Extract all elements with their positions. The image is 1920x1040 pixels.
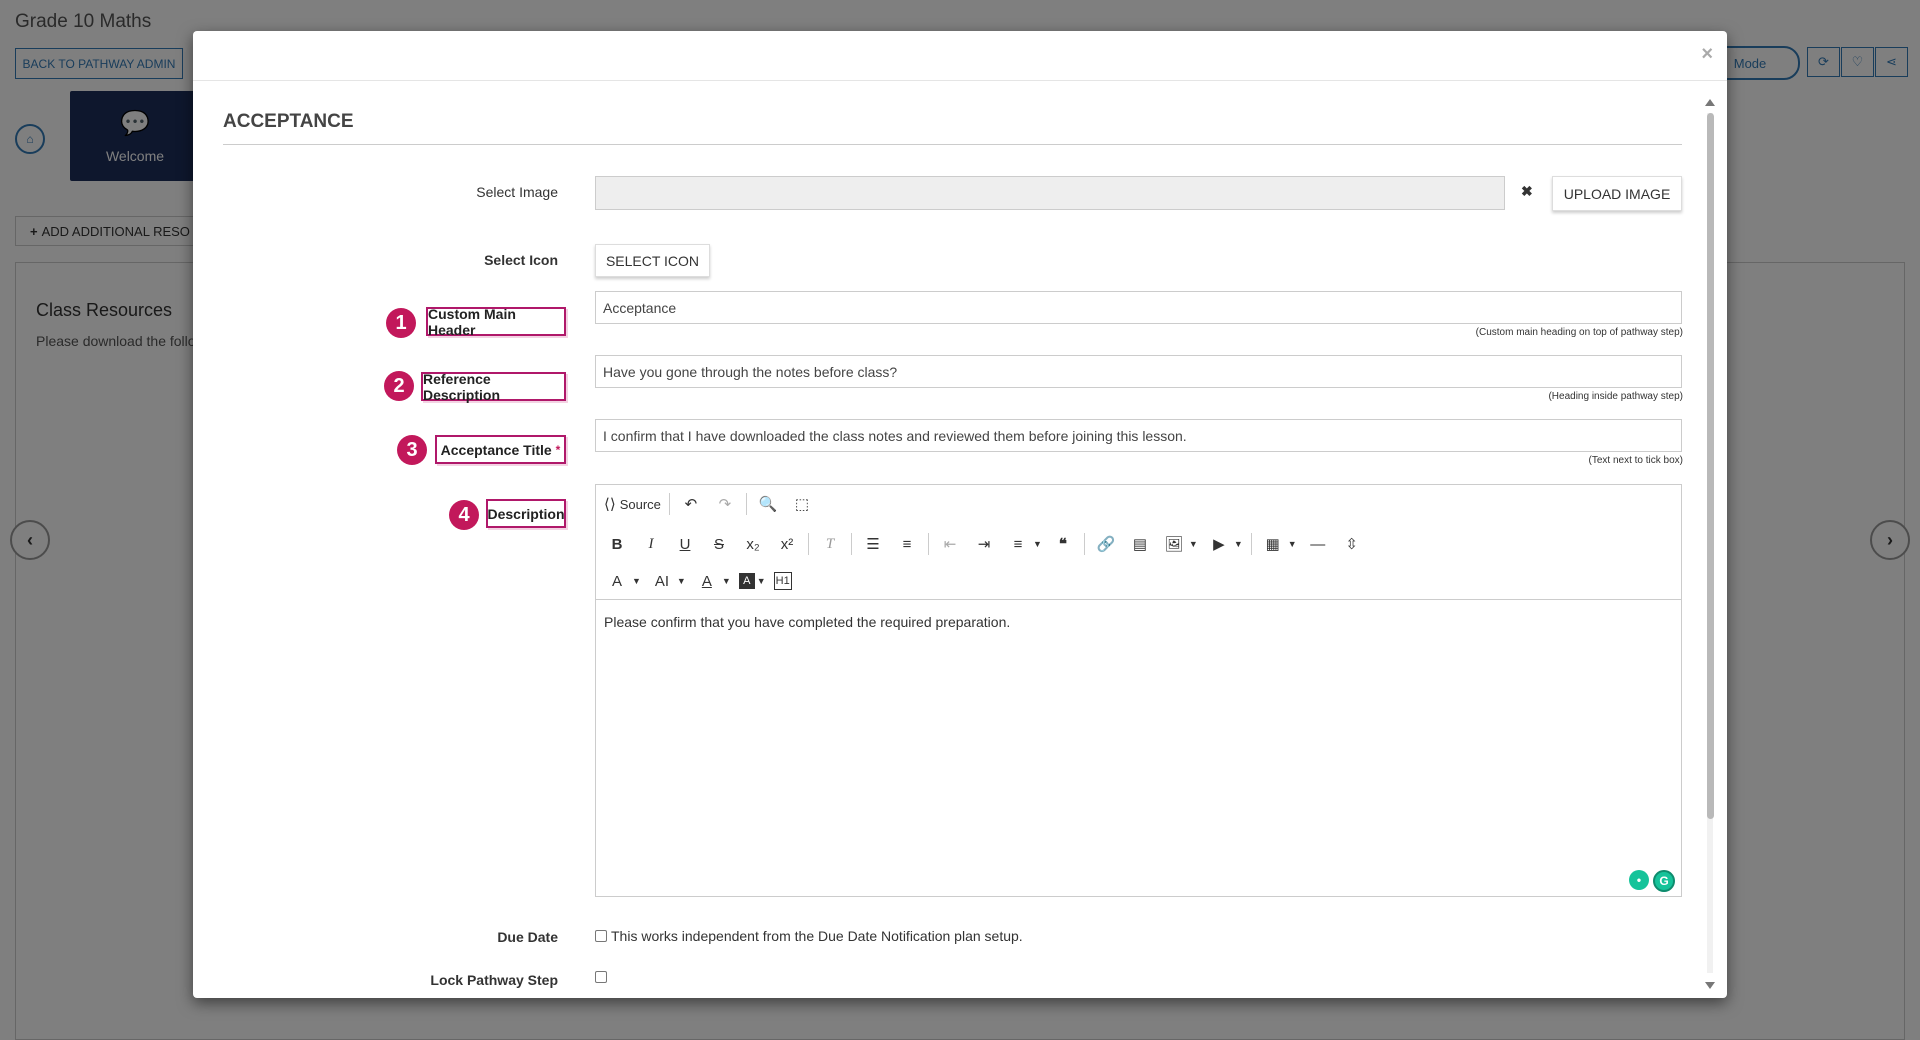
acceptance-title-label-text: Acceptance Title [440,441,552,458]
heading-icon[interactable]: H1 [773,572,792,590]
modal-scrollbar[interactable] [1705,99,1715,989]
toolbar-row-3: A ▼ AI ▼ A ▼ A ▼ H1 [604,567,800,595]
step-badge-2: 2 [384,371,414,401]
editor-content[interactable]: Please confirm that you have completed t… [596,600,1681,644]
insert-image-icon[interactable]: 🖼 [1161,531,1187,557]
bulleted-list-icon[interactable]: ≡ [894,531,920,557]
close-icon[interactable]: × [1701,43,1713,66]
bold-icon[interactable]: B [604,531,630,557]
description-label: Description [486,499,566,528]
required-marker: * [555,442,561,457]
toolbar-row-1: ⟨⟩ Source ↶ ↷ 🔍 ⬚ [604,490,823,518]
toolbar-separator [1250,533,1252,555]
subscript-icon[interactable]: x₂ [740,531,766,557]
acceptance-title-label: Acceptance Title * [435,435,566,464]
page-break-icon[interactable]: ⇳ [1339,531,1365,557]
horizontal-line-icon[interactable]: — [1305,531,1331,557]
html-embed-icon[interactable]: ▤ [1127,531,1153,557]
toolbar-separator [1083,533,1085,555]
custom-main-header-input[interactable]: Acceptance [595,291,1682,324]
indent-icon[interactable]: ⇥ [971,531,997,557]
find-replace-icon[interactable]: 🔍 [755,491,781,517]
clear-image-icon[interactable]: ✖ [1521,183,1533,200]
grammarly-lightbulb-icon[interactable]: • [1629,870,1649,890]
background-color-icon[interactable]: A [738,573,755,589]
select-image-label: Select Image [476,184,558,200]
toolbar-separator [851,533,852,555]
reference-description-input[interactable]: Have you gone through the notes before c… [595,355,1682,388]
upload-image-button[interactable]: UPLOAD IMAGE [1552,176,1682,211]
reference-description-label: Reference Description [421,371,566,403]
chevron-down-icon[interactable]: ▼ [757,576,766,586]
toolbar-separator [808,533,809,555]
lock-step-row [595,971,611,983]
due-date-row: This works independent from the Due Date… [595,928,1023,944]
chevron-down-icon[interactable]: ▼ [677,576,686,586]
custom-main-header-label: Custom Main Header [426,306,566,338]
acceptance-modal: × ACCEPTANCE Select Image ✖ UPLOAD IMAGE… [193,31,1727,998]
font-color-icon[interactable]: A [694,568,720,594]
select-icon-label: Select Icon [484,252,558,268]
scroll-down-icon[interactable] [1705,982,1715,989]
source-button[interactable]: ⟨⟩ Source [604,491,661,517]
acceptance-title-hint: (Text next to tick box) [1588,455,1683,466]
due-date-checkbox[interactable] [595,930,607,942]
table-icon[interactable]: ▦ [1260,531,1286,557]
grammarly-icon[interactable]: G [1653,870,1675,892]
chevron-down-icon[interactable]: ▼ [1288,539,1297,549]
align-icon[interactable]: ≡ [1005,531,1031,557]
undo-icon[interactable]: ↶ [678,491,704,517]
scroll-thumb[interactable] [1707,113,1714,819]
numbered-list-icon[interactable]: ☰ [860,531,886,557]
step-badge-1: 1 [386,308,416,338]
blockquote-icon[interactable]: ❝ [1050,531,1076,557]
step-badge-3: 3 [397,435,427,465]
description-editor: ⟨⟩ Source ↶ ↷ 🔍 ⬚ B I U S x₂ x² T ☰ ≡ ⇤ … [595,484,1682,897]
chevron-down-icon[interactable]: ▼ [722,576,731,586]
chevron-down-icon[interactable]: ▼ [632,576,641,586]
lock-pathway-step-checkbox[interactable] [595,971,607,983]
font-size-icon[interactable]: A [604,568,630,594]
toolbar-separator [668,493,670,515]
chevron-down-icon[interactable]: ▼ [1234,539,1243,549]
section-title: ACCEPTANCE [223,111,354,132]
reference-description-hint: (Heading inside pathway step) [1548,391,1683,402]
superscript-icon[interactable]: x² [774,531,800,557]
lock-pathway-step-label: Lock Pathway Step [430,972,558,988]
due-date-text: This works independent from the Due Date… [611,928,1023,944]
acceptance-title-input[interactable]: I confirm that I have downloaded the cla… [595,419,1682,452]
source-label: Source [619,496,661,512]
remove-format-icon[interactable]: T [817,531,843,557]
section-divider [223,144,1682,145]
modal-header: × [193,31,1727,81]
redo-icon[interactable]: ↷ [712,491,738,517]
toolbar-separator [745,493,747,515]
font-family-icon[interactable]: AI [649,568,675,594]
toolbar-row-2: B I U S x₂ x² T ☰ ≡ ⇤ ⇥ ≡ ▼ ❝ 🔗 ▤ � [604,530,1373,558]
select-all-icon[interactable]: ⬚ [789,491,815,517]
media-embed-icon[interactable]: ▶ [1206,531,1232,557]
due-date-label: Due Date [497,929,558,945]
grammarly-widget[interactable]: • G [1629,870,1675,892]
outdent-icon[interactable]: ⇤ [937,531,963,557]
scroll-up-icon[interactable] [1705,99,1715,106]
step-badge-4: 4 [449,500,479,530]
strikethrough-icon[interactable]: S [706,531,732,557]
custom-main-header-hint: (Custom main heading on top of pathway s… [1475,327,1683,338]
editor-toolbar: ⟨⟩ Source ↶ ↷ 🔍 ⬚ B I U S x₂ x² T ☰ ≡ ⇤ … [596,485,1681,600]
source-icon: ⟨⟩ [604,496,616,513]
underline-icon[interactable]: U [672,531,698,557]
link-icon[interactable]: 🔗 [1093,531,1119,557]
select-icon-button[interactable]: SELECT ICON [595,244,710,277]
chevron-down-icon[interactable]: ▼ [1189,539,1198,549]
toolbar-separator [928,533,929,555]
chevron-down-icon[interactable]: ▼ [1033,539,1042,549]
select-image-field[interactable] [595,176,1505,210]
italic-icon[interactable]: I [638,531,664,557]
